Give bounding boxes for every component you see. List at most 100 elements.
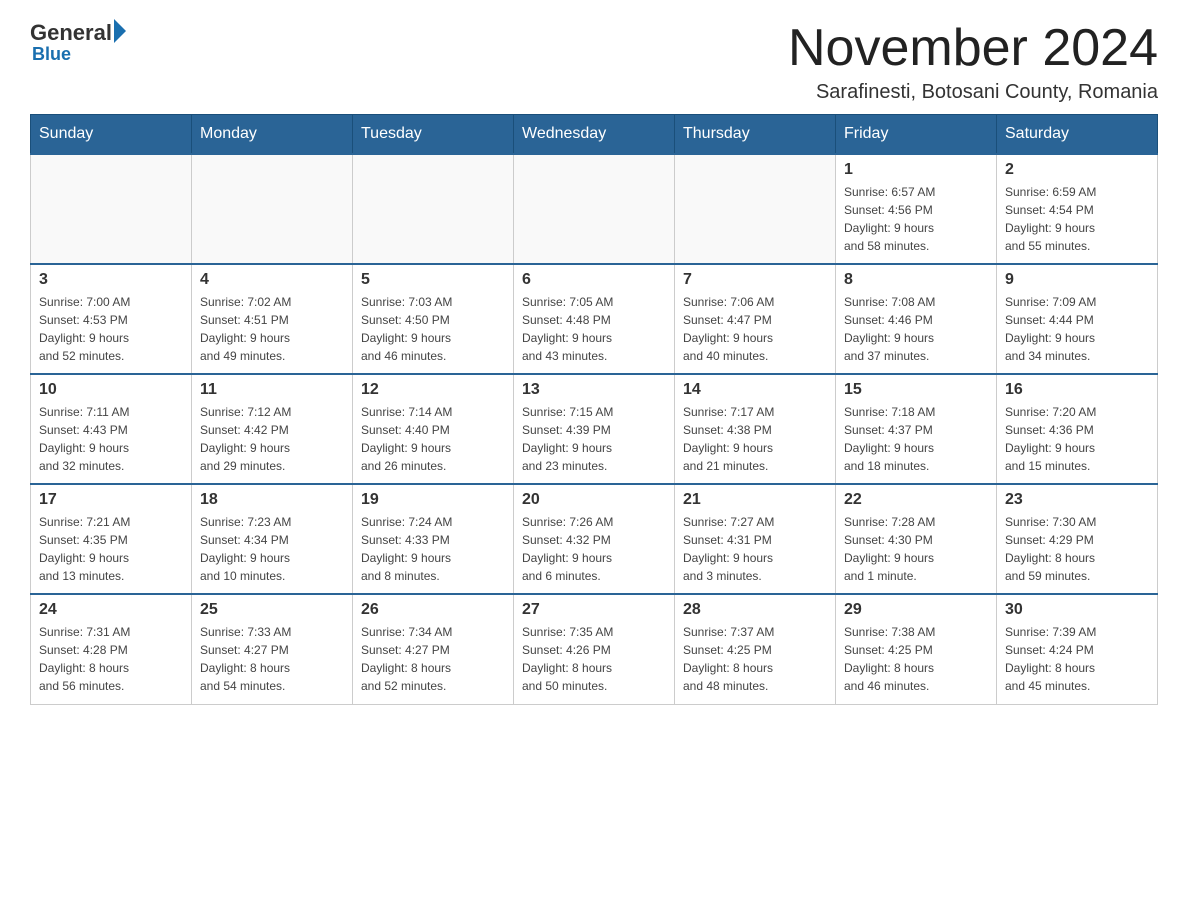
calendar-cell: 22 Sunrise: 7:28 AMSunset: 4:30 PMDayligh…	[836, 484, 997, 594]
day-number: 12	[361, 381, 505, 399]
logo-text: General	[30, 20, 126, 46]
day-number: 25	[200, 601, 344, 619]
day-info: Sunrise: 7:15 AMSunset: 4:39 PMDaylight:…	[522, 403, 666, 475]
calendar-cell: 8 Sunrise: 7:08 AMSunset: 4:46 PMDaylight…	[836, 264, 997, 374]
day-number: 7	[683, 271, 827, 289]
day-number: 22	[844, 491, 988, 509]
calendar-cell	[514, 154, 675, 264]
week-row-1: 1 Sunrise: 6:57 AMSunset: 4:56 PMDaylight…	[31, 154, 1158, 264]
day-info: Sunrise: 7:06 AMSunset: 4:47 PMDaylight:…	[683, 293, 827, 365]
calendar-cell: 30 Sunrise: 7:39 AMSunset: 4:24 PMDayligh…	[997, 594, 1158, 704]
calendar-cell: 14 Sunrise: 7:17 AMSunset: 4:38 PMDayligh…	[675, 374, 836, 484]
main-title: November 2024	[788, 20, 1158, 77]
day-info: Sunrise: 7:08 AMSunset: 4:46 PMDaylight:…	[844, 293, 988, 365]
calendar-cell: 20Sunrise: 7:26 AMSunset: 4:32 PMDayligh…	[514, 484, 675, 594]
calendar-cell: 27 Sunrise: 7:35 AMSunset: 4:26 PMDayligh…	[514, 594, 675, 704]
calendar-cell: 1 Sunrise: 6:57 AMSunset: 4:56 PMDaylight…	[836, 154, 997, 264]
day-info: Sunrise: 7:30 AMSunset: 4:29 PMDaylight:…	[1005, 513, 1149, 585]
calendar-cell: 17 Sunrise: 7:21 AMSunset: 4:35 PMDayligh…	[31, 484, 192, 594]
calendar-cell: 24 Sunrise: 7:31 AMSunset: 4:28 PMDayligh…	[31, 594, 192, 704]
week-row-2: 3Sunrise: 7:00 AMSunset: 4:53 PMDaylight…	[31, 264, 1158, 374]
day-header-wednesday: Wednesday	[514, 115, 675, 155]
calendar-cell: 2 Sunrise: 6:59 AMSunset: 4:54 PMDaylight…	[997, 154, 1158, 264]
calendar-cell: 11 Sunrise: 7:12 AMSunset: 4:42 PMDayligh…	[192, 374, 353, 484]
day-header-monday: Monday	[192, 115, 353, 155]
day-number: 11	[200, 381, 344, 399]
day-info: Sunrise: 7:33 AMSunset: 4:27 PMDaylight:…	[200, 623, 344, 695]
day-info: Sunrise: 6:57 AMSunset: 4:56 PMDaylight:…	[844, 183, 988, 255]
day-info: Sunrise: 7:20 AMSunset: 4:36 PMDaylight:…	[1005, 403, 1149, 475]
calendar-cell: 16Sunrise: 7:20 AMSunset: 4:36 PMDayligh…	[997, 374, 1158, 484]
day-number: 8	[844, 271, 988, 289]
logo-triangle-icon	[114, 19, 126, 43]
logo: General Blue	[30, 20, 126, 65]
day-info: Sunrise: 7:14 AMSunset: 4:40 PMDaylight:…	[361, 403, 505, 475]
week-row-4: 17 Sunrise: 7:21 AMSunset: 4:35 PMDayligh…	[31, 484, 1158, 594]
day-info: Sunrise: 7:11 AMSunset: 4:43 PMDaylight:…	[39, 403, 183, 475]
day-info: Sunrise: 7:31 AMSunset: 4:28 PMDaylight:…	[39, 623, 183, 695]
calendar-cell: 12 Sunrise: 7:14 AMSunset: 4:40 PMDayligh…	[353, 374, 514, 484]
day-number: 26	[361, 601, 505, 619]
day-number: 4	[200, 271, 344, 289]
calendar-cell: 13 Sunrise: 7:15 AMSunset: 4:39 PMDayligh…	[514, 374, 675, 484]
day-info: Sunrise: 7:21 AMSunset: 4:35 PMDaylight:…	[39, 513, 183, 585]
day-number: 19	[361, 491, 505, 509]
day-info: Sunrise: 7:24 AMSunset: 4:33 PMDaylight:…	[361, 513, 505, 585]
day-info: Sunrise: 7:28 AMSunset: 4:30 PMDaylight:…	[844, 513, 988, 585]
calendar-cell	[675, 154, 836, 264]
day-info: Sunrise: 7:34 AMSunset: 4:27 PMDaylight:…	[361, 623, 505, 695]
day-info: Sunrise: 7:12 AMSunset: 4:42 PMDaylight:…	[200, 403, 344, 475]
calendar-cell: 25 Sunrise: 7:33 AMSunset: 4:27 PMDayligh…	[192, 594, 353, 704]
day-number: 24	[39, 601, 183, 619]
calendar-cell: 9Sunrise: 7:09 AMSunset: 4:44 PMDaylight…	[997, 264, 1158, 374]
day-header-tuesday: Tuesday	[353, 115, 514, 155]
day-info: Sunrise: 6:59 AMSunset: 4:54 PMDaylight:…	[1005, 183, 1149, 255]
day-number: 13	[522, 381, 666, 399]
calendar-cell: 4 Sunrise: 7:02 AMSunset: 4:51 PMDaylight…	[192, 264, 353, 374]
day-info: Sunrise: 7:35 AMSunset: 4:26 PMDaylight:…	[522, 623, 666, 695]
logo-blue: Blue	[30, 44, 71, 65]
calendar-cell	[353, 154, 514, 264]
day-number: 27	[522, 601, 666, 619]
day-number: 23	[1005, 491, 1149, 509]
calendar-cell: 15Sunrise: 7:18 AMSunset: 4:37 PMDayligh…	[836, 374, 997, 484]
week-row-5: 24 Sunrise: 7:31 AMSunset: 4:28 PMDayligh…	[31, 594, 1158, 704]
calendar-cell: 28 Sunrise: 7:37 AMSunset: 4:25 PMDayligh…	[675, 594, 836, 704]
day-info: Sunrise: 7:39 AMSunset: 4:24 PMDaylight:…	[1005, 623, 1149, 695]
day-header-friday: Friday	[836, 115, 997, 155]
calendar-cell	[192, 154, 353, 264]
calendar-cell: 10Sunrise: 7:11 AMSunset: 4:43 PMDayligh…	[31, 374, 192, 484]
day-info: Sunrise: 7:38 AMSunset: 4:25 PMDaylight:…	[844, 623, 988, 695]
day-number: 18	[200, 491, 344, 509]
day-number: 28	[683, 601, 827, 619]
day-info: Sunrise: 7:02 AMSunset: 4:51 PMDaylight:…	[200, 293, 344, 365]
calendar-cell: 5Sunrise: 7:03 AMSunset: 4:50 PMDaylight…	[353, 264, 514, 374]
day-info: Sunrise: 7:27 AMSunset: 4:31 PMDaylight:…	[683, 513, 827, 585]
day-info: Sunrise: 7:03 AMSunset: 4:50 PMDaylight:…	[361, 293, 505, 365]
calendar-cell: 29 Sunrise: 7:38 AMSunset: 4:25 PMDayligh…	[836, 594, 997, 704]
calendar-header-row: SundayMondayTuesdayWednesdayThursdayFrid…	[31, 115, 1158, 155]
page-header: General Blue November 2024 Sarafinesti, …	[30, 20, 1158, 104]
day-info: Sunrise: 7:17 AMSunset: 4:38 PMDaylight:…	[683, 403, 827, 475]
day-info: Sunrise: 7:37 AMSunset: 4:25 PMDaylight:…	[683, 623, 827, 695]
day-header-sunday: Sunday	[31, 115, 192, 155]
day-number: 6	[522, 271, 666, 289]
day-number: 29	[844, 601, 988, 619]
day-header-saturday: Saturday	[997, 115, 1158, 155]
day-number: 30	[1005, 601, 1149, 619]
day-number: 17	[39, 491, 183, 509]
week-row-3: 10Sunrise: 7:11 AMSunset: 4:43 PMDayligh…	[31, 374, 1158, 484]
day-number: 20	[522, 491, 666, 509]
calendar-cell: 7 Sunrise: 7:06 AMSunset: 4:47 PMDaylight…	[675, 264, 836, 374]
day-number: 1	[844, 161, 988, 179]
day-number: 21	[683, 491, 827, 509]
day-info: Sunrise: 7:23 AMSunset: 4:34 PMDaylight:…	[200, 513, 344, 585]
day-number: 3	[39, 271, 183, 289]
day-number: 14	[683, 381, 827, 399]
day-number: 2	[1005, 161, 1149, 179]
logo-general: General	[30, 20, 112, 46]
day-info: Sunrise: 7:09 AMSunset: 4:44 PMDaylight:…	[1005, 293, 1149, 365]
calendar-cell: 21 Sunrise: 7:27 AMSunset: 4:31 PMDayligh…	[675, 484, 836, 594]
calendar-cell: 3Sunrise: 7:00 AMSunset: 4:53 PMDaylight…	[31, 264, 192, 374]
day-number: 15	[844, 381, 988, 399]
